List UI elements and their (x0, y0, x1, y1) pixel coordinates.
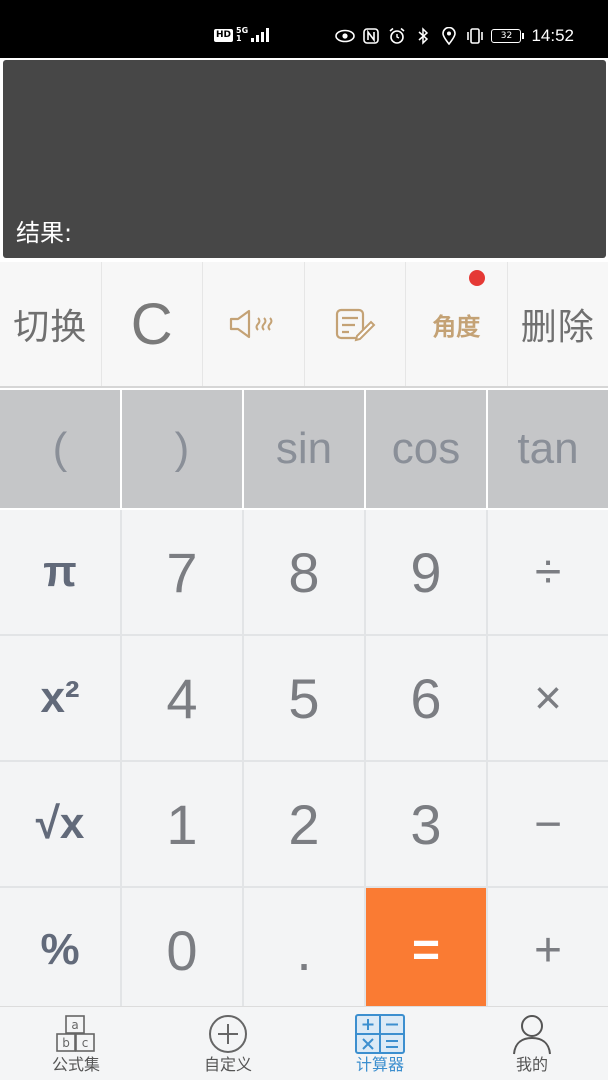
clock: 14:52 (531, 26, 574, 45)
digit-4-key[interactable]: 4 (122, 636, 242, 760)
add-key[interactable]: + (488, 888, 608, 1012)
open-paren-key[interactable]: ( (0, 390, 120, 508)
nav-profile[interactable]: 我的 (456, 1007, 608, 1080)
digit-9-key[interactable]: 9 (366, 510, 486, 634)
digit-8-key[interactable]: 8 (244, 510, 364, 634)
sin-key[interactable]: sin (244, 390, 364, 508)
delete-button[interactable]: 删除 (507, 262, 608, 386)
switch-button[interactable]: 切换 (0, 262, 102, 386)
equals-key[interactable]: = (366, 888, 486, 1012)
history-button[interactable] (304, 262, 406, 386)
notification-dot (468, 270, 485, 286)
nav-label-profile: 我的 (515, 1055, 548, 1074)
network-type: 5G 1 (236, 26, 249, 43)
result-display: 结果: (3, 60, 606, 258)
digit-7-key[interactable]: 7 (122, 510, 242, 634)
status-icons: 32 14:52 (335, 24, 574, 48)
digit-2-key[interactable]: 2 (244, 762, 364, 886)
battery-indicator: 32 (491, 29, 525, 43)
nfc-icon (361, 26, 381, 46)
percent-key[interactable]: % (0, 888, 120, 1012)
angle-label: 角度 (432, 312, 481, 341)
nav-calculator[interactable]: 计算器 (304, 1007, 456, 1080)
svg-text:c: c (82, 1036, 89, 1050)
hd-badge: HD (214, 28, 234, 42)
alarm-icon (387, 26, 407, 46)
signal-icon (251, 28, 270, 42)
nav-label-custom: 自定义 (203, 1055, 252, 1074)
nav-label-formulas: 公式集 (51, 1055, 100, 1074)
status-bar: HD 5G 1 32 14:52 (0, 0, 608, 58)
function-row: 切换 C 角度 删除 (0, 262, 608, 388)
clear-label: C (130, 291, 173, 357)
digit-3-key[interactable]: 3 (366, 762, 486, 886)
nav-formulas[interactable]: a b c 公式集 (0, 1007, 152, 1080)
plus-circle-icon (200, 1013, 256, 1055)
keypad: π 7 8 9 ÷ x² 4 5 6 × √x 1 2 3 − % 0 . = … (0, 510, 608, 1012)
tan-key[interactable]: tan (488, 390, 608, 508)
eye-icon (335, 26, 356, 46)
digit-0-key[interactable]: 0 (122, 888, 242, 1012)
location-icon (439, 26, 459, 46)
digit-5-key[interactable]: 5 (244, 636, 364, 760)
close-paren-key[interactable]: ) (122, 390, 242, 508)
abc-blocks-icon: a b c (48, 1013, 104, 1055)
nav-custom[interactable]: 自定义 (152, 1007, 304, 1080)
note-edit-icon (335, 308, 376, 342)
nav-label-calculator: 计算器 (355, 1055, 404, 1074)
bottom-nav: a b c 公式集 自定义 计算器 我的 (0, 1006, 608, 1080)
vibrate-icon (465, 26, 485, 46)
svg-text:a: a (71, 1018, 78, 1032)
clear-button[interactable]: C (101, 262, 203, 386)
digit-1-key[interactable]: 1 (122, 762, 242, 886)
digit-6-key[interactable]: 6 (366, 636, 486, 760)
network-indicators: HD 5G 1 (214, 24, 270, 46)
sqrt-key[interactable]: √x (0, 762, 120, 886)
user-icon (504, 1013, 560, 1055)
multiply-key[interactable]: × (488, 636, 608, 760)
sound-toggle-button[interactable] (203, 262, 305, 386)
pi-key[interactable]: π (0, 510, 120, 634)
decimal-key[interactable]: . (244, 888, 364, 1012)
cos-key[interactable]: cos (366, 390, 486, 508)
bluetooth-icon (413, 26, 433, 46)
scientific-row: ( ) sin cos tan (0, 390, 608, 508)
result-label: 结果: (16, 219, 73, 247)
subtract-key[interactable]: − (488, 762, 608, 886)
calculator-icon (352, 1013, 408, 1055)
square-key[interactable]: x² (0, 636, 120, 760)
svg-text:b: b (62, 1036, 70, 1050)
switch-label: 切换 (13, 307, 88, 348)
divide-key[interactable]: ÷ (488, 510, 608, 634)
speaker-icon (230, 309, 273, 339)
delete-label: 删除 (520, 307, 595, 348)
angle-mode-button[interactable]: 角度 (406, 262, 508, 386)
